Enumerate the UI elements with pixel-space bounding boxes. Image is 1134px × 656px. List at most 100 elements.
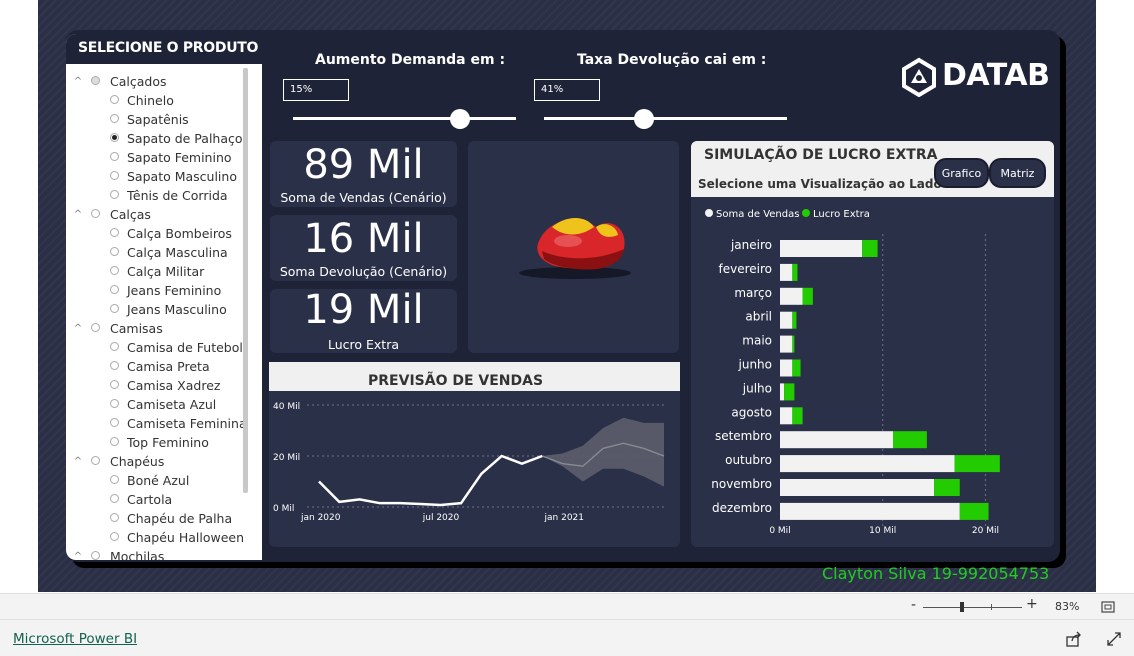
radio-button[interactable] (110, 285, 119, 294)
fit-to-page-icon[interactable] (1101, 601, 1115, 613)
slicer-item[interactable]: Sapato de Palhaço (66, 129, 243, 148)
bar-segment[interactable] (802, 287, 813, 305)
radio-button[interactable] (110, 152, 119, 161)
bar-segment[interactable] (780, 431, 893, 449)
bar-segment[interactable] (780, 311, 793, 329)
radio-button[interactable] (110, 380, 119, 389)
slicer-category[interactable]: ^ Mochilas (66, 547, 242, 560)
zoom-slider-thumb[interactable] (960, 602, 964, 612)
slicer-item[interactable]: Sapatênis (66, 110, 242, 129)
zoom-slider-track[interactable] (923, 607, 1022, 608)
matrix-view-button[interactable]: Matriz (989, 158, 1046, 188)
slicer-item[interactable]: Cartola (66, 490, 242, 509)
slicer-item[interactable]: Sapato Feminino (66, 148, 242, 167)
radio-button[interactable] (110, 475, 119, 484)
radio-button[interactable] (110, 228, 119, 237)
powerbi-link[interactable]: Microsoft Power BI (13, 631, 137, 647)
radio-button[interactable] (91, 323, 100, 332)
radio-button[interactable] (110, 133, 119, 142)
radio-button[interactable] (110, 114, 119, 123)
radio-button[interactable] (110, 532, 119, 541)
radio-button[interactable] (110, 418, 119, 427)
bar-segment[interactable] (780, 263, 793, 281)
chevron-up-icon[interactable]: ^ (71, 72, 85, 91)
slicer-item[interactable]: Jeans Masculino (66, 300, 242, 319)
bar-segment[interactable] (934, 479, 960, 496)
bar-segment[interactable] (780, 287, 803, 305)
slicer-item[interactable]: Boné Azul (66, 471, 242, 490)
slicer-item[interactable]: Camiseta Azul (66, 395, 242, 414)
bar-segment[interactable] (792, 359, 801, 377)
chart-view-button[interactable]: Grafico (934, 158, 989, 188)
slicer-item[interactable]: Jeans Feminino (66, 281, 242, 300)
radio-button[interactable] (91, 76, 100, 85)
bar-segment[interactable] (792, 311, 797, 329)
slicer-category[interactable]: ^ Calçados (66, 72, 242, 91)
chevron-up-icon[interactable]: ^ (71, 547, 85, 560)
slicer-item[interactable]: Calça Bombeiros (66, 224, 242, 243)
radio-button[interactable] (110, 437, 119, 446)
bar-segment[interactable] (780, 455, 955, 473)
slicer-item[interactable]: Tênis de Corrida (66, 186, 242, 205)
simulation-bar-chart[interactable]: Soma de Vendas Lucro Extra 0 Mil 10 Mil 20 M… (691, 200, 1054, 547)
chevron-up-icon[interactable]: ^ (71, 205, 85, 224)
slicer-item[interactable]: Camisa Xadrez (66, 376, 242, 395)
bar-segment[interactable] (893, 431, 927, 449)
radio-button[interactable] (110, 361, 119, 370)
zoom-out-button[interactable]: - (911, 597, 916, 613)
chevron-up-icon[interactable]: ^ (71, 319, 85, 338)
return-slider-track[interactable] (544, 117, 787, 120)
zoom-in-button[interactable]: + (1026, 596, 1038, 612)
radio-button[interactable] (110, 266, 119, 275)
radio-button[interactable] (110, 304, 119, 313)
radio-button[interactable] (110, 494, 119, 503)
radio-button[interactable] (91, 551, 100, 560)
share-icon[interactable] (1066, 631, 1082, 647)
bar-segment[interactable] (780, 407, 793, 425)
slicer-item[interactable]: Calça Militar (66, 262, 242, 281)
demand-slider-track[interactable] (293, 117, 516, 120)
return-param-input[interactable]: 41% (534, 79, 600, 101)
bar-segment[interactable] (862, 240, 878, 257)
radio-button[interactable] (110, 342, 119, 351)
slicer-item[interactable]: Camisa de Futebol (66, 338, 243, 357)
bar-segment[interactable] (780, 479, 935, 496)
bar-segment[interactable] (780, 502, 960, 520)
demand-param-input[interactable]: 15% (283, 79, 349, 101)
radio-button[interactable] (110, 171, 119, 180)
bar-segment[interactable] (784, 383, 795, 401)
slicer-item[interactable]: Chapéu de Palha (66, 509, 242, 528)
slicer-item[interactable]: Camiseta Feminina (66, 414, 247, 433)
bar-segment[interactable] (792, 407, 803, 425)
sales-line[interactable] (318, 454, 543, 507)
slicer-item[interactable]: Chinelo (66, 91, 242, 110)
slicer-category[interactable]: ^ Calças (66, 205, 242, 224)
radio-button[interactable] (110, 95, 119, 104)
bar-segment[interactable] (780, 383, 785, 401)
slicer-category[interactable]: ^ Camisas (66, 319, 242, 338)
forecast-chart[interactable]: 40 Mil 20 Mil 0 Mil jan 2020 jul 2020 jan 202… (269, 391, 680, 547)
bar-segment[interactable] (954, 455, 1000, 473)
radio-button[interactable] (110, 399, 119, 408)
radio-button[interactable] (110, 247, 119, 256)
slicer-category[interactable]: ^ Chapéus (66, 452, 242, 471)
bar-segment[interactable] (792, 263, 798, 281)
radio-button[interactable] (110, 190, 119, 199)
fullscreen-icon[interactable] (1106, 631, 1122, 647)
bar-segment[interactable] (792, 335, 795, 353)
bar-segment[interactable] (780, 240, 863, 257)
slicer-item[interactable]: Top Feminino (66, 433, 242, 452)
bar-segment[interactable] (959, 502, 989, 520)
chevron-up-icon[interactable]: ^ (71, 452, 85, 471)
slicer-item[interactable]: Sapato Masculino (66, 167, 242, 186)
radio-button[interactable] (110, 513, 119, 522)
bar-segment[interactable] (780, 359, 793, 377)
slicer-item[interactable]: Chapéu Halloween (66, 528, 244, 547)
slicer-item[interactable]: Camisa Preta (66, 357, 242, 376)
radio-button[interactable] (91, 209, 100, 218)
slicer-scrollbar[interactable] (243, 68, 248, 493)
radio-button[interactable] (91, 456, 100, 465)
return-slider-thumb[interactable] (633, 109, 654, 129)
slicer-item[interactable]: Calça Masculina (66, 243, 242, 262)
bar-segment[interactable] (780, 335, 793, 353)
